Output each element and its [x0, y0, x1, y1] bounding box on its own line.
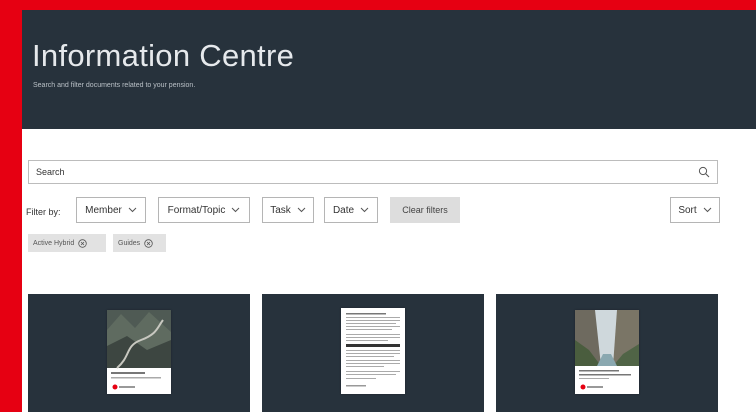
filter-tag[interactable]: Guides [113, 234, 166, 252]
remove-tag-icon[interactable] [78, 238, 87, 248]
member-dropdown-label: Member [85, 204, 122, 216]
filter-tag-label: Guides [118, 239, 141, 247]
chevron-down-icon [128, 207, 137, 213]
sort-dropdown-label: Sort [678, 204, 697, 216]
mountain-road-image [107, 310, 171, 390]
document-card[interactable] [28, 294, 250, 412]
document-card[interactable] [496, 294, 718, 412]
document-thumbnail [107, 310, 171, 394]
member-dropdown[interactable]: Member [76, 197, 146, 223]
clear-filters-button[interactable]: Clear filters [390, 197, 460, 223]
document-thumbnail [341, 308, 405, 394]
format-topic-dropdown-label: Format/Topic [167, 204, 226, 216]
chevron-down-icon [360, 207, 369, 213]
document-card[interactable] [262, 294, 484, 412]
page-frame: Information Centre Search and filter doc… [22, 10, 756, 412]
filter-tag-label: Active Hybrid [33, 239, 75, 247]
search-placeholder: Search [36, 167, 65, 177]
chevron-down-icon [703, 207, 712, 213]
filter-by-label: Filter by: [26, 207, 61, 217]
date-dropdown-label: Date [332, 204, 355, 216]
remove-tag-icon[interactable] [144, 238, 153, 248]
search-icon[interactable] [698, 166, 710, 178]
cliff-river-image [575, 310, 639, 390]
chevron-down-icon [232, 207, 240, 213]
page-title: Information Centre [32, 38, 295, 73]
page-subtitle: Search and filter documents related to y… [33, 82, 196, 89]
hero-banner: Information Centre Search and filter doc… [22, 10, 756, 129]
date-dropdown[interactable]: Date [324, 197, 378, 223]
filter-tag[interactable]: Active Hybrid [28, 234, 106, 252]
format-topic-dropdown[interactable]: Format/Topic [158, 197, 250, 223]
task-dropdown-label: Task [270, 204, 291, 216]
sort-dropdown[interactable]: Sort [670, 197, 720, 223]
document-thumbnail [575, 310, 639, 394]
task-dropdown[interactable]: Task [262, 197, 314, 223]
chevron-down-icon [297, 207, 306, 213]
search-input[interactable]: Search [28, 160, 718, 184]
text-document-image [341, 308, 405, 394]
